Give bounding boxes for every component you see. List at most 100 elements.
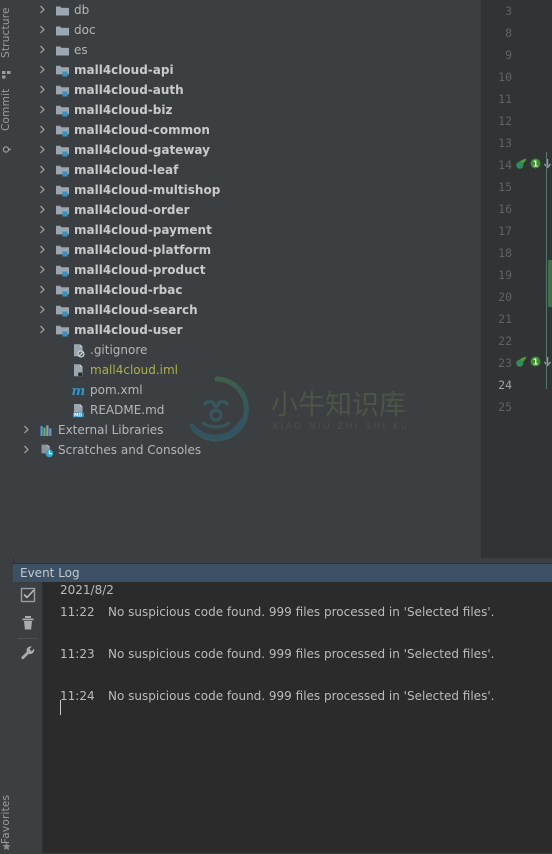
mark-all-read-button[interactable] <box>19 586 37 604</box>
tree-row[interactable]: mall4cloud-product <box>13 260 481 280</box>
editor-area[interactable]: 3 8 9 10 11 12 13 14 1 15 16 17 18 19 20 21 22 23 <box>481 0 552 558</box>
gutter-line-number: 24 <box>498 378 512 392</box>
tool-tab-structure-label: Structure <box>0 7 12 59</box>
tree-row[interactable]: External Libraries <box>13 420 481 440</box>
spring-bean-icon[interactable] <box>515 355 528 371</box>
tree-item-label: mall4cloud-product <box>74 263 206 277</box>
chevron-right-icon[interactable] <box>38 165 47 174</box>
libraries-icon <box>39 423 54 438</box>
tree-row[interactable]: .gitignore <box>13 340 481 360</box>
tree-row[interactable]: mall4cloud-payment <box>13 220 481 240</box>
tree-item-label: mall4cloud.iml <box>90 363 179 377</box>
tree-row[interactable]: mall4cloud-platform <box>13 240 481 260</box>
tree-row[interactable]: db <box>13 0 481 20</box>
tree-row[interactable]: mall4cloud-biz <box>13 100 481 120</box>
implementing-method-icon[interactable] <box>543 356 552 370</box>
chevron-right-icon[interactable] <box>38 105 47 114</box>
tree-row[interactable]: mall4cloud-auth <box>13 80 481 100</box>
delete-button[interactable] <box>19 614 37 632</box>
chevron-right-icon[interactable] <box>38 285 47 294</box>
tree-row[interactable]: mall4cloud-api <box>13 60 481 80</box>
iml-file-icon <box>71 363 86 378</box>
chevron-right-icon[interactable] <box>22 445 31 454</box>
scratches-icon <box>39 443 54 458</box>
event-log-toolbar <box>13 582 43 853</box>
tree-row[interactable]: mall4cloud-user <box>13 320 481 340</box>
event-log-entry[interactable]: 11:24 No suspicious code found. 999 files… <box>42 689 552 707</box>
chevron-right-icon[interactable] <box>38 45 47 54</box>
chevron-right-icon[interactable] <box>38 325 47 334</box>
chevron-right-icon[interactable] <box>38 225 47 234</box>
settings-button[interactable] <box>19 644 37 662</box>
tree-item-label: doc <box>74 23 96 37</box>
tree-row[interactable]: MD README.md <box>13 400 481 420</box>
tool-tab-favorites-label: Favorites <box>0 794 12 844</box>
tree-item-label: mall4cloud-api <box>74 63 174 77</box>
svg-text:MD: MD <box>74 412 82 418</box>
usage-count-icon[interactable]: 1 <box>530 356 541 370</box>
gutter-line-number: 10 <box>498 70 512 84</box>
gutter-line-number: 15 <box>498 180 512 194</box>
gutter-line-number: 12 <box>498 114 512 128</box>
chevron-right-icon[interactable] <box>38 185 47 194</box>
implementing-method-icon[interactable] <box>543 158 552 172</box>
module-folder-icon <box>55 223 70 238</box>
tree-row[interactable]: m pom.xml <box>13 380 481 400</box>
project-tool-window[interactable]: db doc es mall4cloud-api mall4cloud-auth… <box>13 0 481 558</box>
event-log-entry[interactable]: 11:23 No suspicious code found. 999 files… <box>42 647 552 665</box>
usage-count-icon[interactable]: 1 <box>530 158 541 172</box>
commit-icon <box>2 143 11 153</box>
event-log-entry[interactable]: 11:22 No suspicious code found. 999 files… <box>42 605 552 623</box>
gutter-line-number: 25 <box>498 400 512 414</box>
spring-bean-icon[interactable] <box>515 157 528 173</box>
event-log-message: No suspicious code found. 999 files proc… <box>108 647 495 661</box>
event-log-time: 11:22 <box>60 605 95 619</box>
tree-row[interactable]: mall4cloud-multishop <box>13 180 481 200</box>
gutter-line-number: 19 <box>498 268 512 282</box>
chevron-right-icon[interactable] <box>38 65 47 74</box>
gutter-line-number: 23 <box>498 356 512 370</box>
vcs-change-marker[interactable] <box>548 260 552 307</box>
gutter-line-number: 16 <box>498 202 512 216</box>
module-folder-icon <box>55 303 70 318</box>
tree-row[interactable]: es <box>13 40 481 60</box>
tree-row[interactable]: mall4cloud-search <box>13 300 481 320</box>
chevron-right-icon[interactable] <box>38 265 47 274</box>
tree-row[interactable]: mall4cloud-common <box>13 120 481 140</box>
tree-row[interactable]: doc <box>13 20 481 40</box>
chevron-right-icon[interactable] <box>38 85 47 94</box>
event-log-header[interactable]: Event Log <box>13 563 552 583</box>
tree-item-label: mall4cloud-auth <box>74 83 184 97</box>
tree-item-label: mall4cloud-user <box>74 323 183 337</box>
chevron-right-icon[interactable] <box>38 305 47 314</box>
chevron-right-icon[interactable] <box>38 125 47 134</box>
chevron-right-icon[interactable] <box>22 425 31 434</box>
tree-row[interactable]: Scratches and Consoles <box>13 440 481 460</box>
event-log-panel[interactable]: 2021/8/2 11:22 No suspicious code found. … <box>13 582 552 853</box>
tree-row[interactable]: mall4cloud-leaf <box>13 160 481 180</box>
folder-icon <box>55 3 70 18</box>
event-log-content[interactable]: 2021/8/2 11:22 No suspicious code found. … <box>42 582 552 853</box>
chevron-right-icon[interactable] <box>38 205 47 214</box>
gutter-line-number: 14 <box>498 158 512 172</box>
tree-item-label: Scratches and Consoles <box>58 443 202 457</box>
chevron-right-icon[interactable] <box>38 245 47 254</box>
tree-row[interactable]: mall4cloud-rbac <box>13 280 481 300</box>
chevron-right-icon[interactable] <box>38 145 47 154</box>
gutter-line-number: 3 <box>505 4 512 18</box>
tool-tab-commit-label: Commit <box>0 88 12 132</box>
module-folder-icon <box>55 263 70 278</box>
editor-gutter[interactable]: 3 8 9 10 11 12 13 14 1 15 16 17 18 19 20 21 22 23 <box>482 0 552 558</box>
project-tree[interactable]: db doc es mall4cloud-api mall4cloud-auth… <box>13 0 481 460</box>
module-folder-icon <box>55 63 70 78</box>
tree-row[interactable]: mall4cloud.iml <box>13 360 481 380</box>
tree-item-label: External Libraries <box>58 423 164 437</box>
chevron-right-icon[interactable] <box>38 5 47 14</box>
tool-tab-commit[interactable]: Commit <box>0 82 13 138</box>
tree-item-label: mall4cloud-order <box>74 203 190 217</box>
tree-row[interactable]: mall4cloud-gateway <box>13 140 481 160</box>
indent-guide-line <box>546 152 547 389</box>
chevron-right-icon[interactable] <box>38 25 47 34</box>
tree-row[interactable]: mall4cloud-order <box>13 200 481 220</box>
tool-tab-structure[interactable]: Structure <box>0 2 13 64</box>
